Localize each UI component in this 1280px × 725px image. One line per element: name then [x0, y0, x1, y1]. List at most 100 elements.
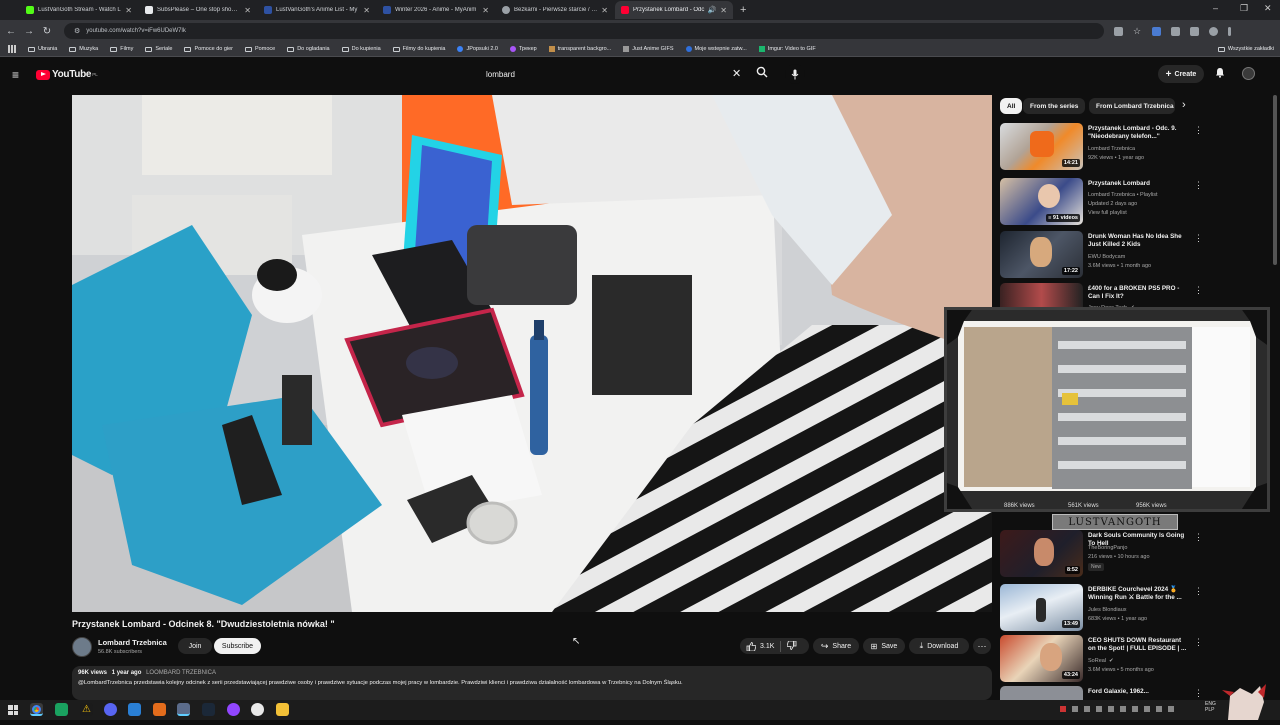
download-button[interactable]: ⤓ Download	[909, 638, 969, 654]
windows-start-icon[interactable]	[8, 705, 18, 715]
discord-icon[interactable]	[104, 703, 117, 716]
window-close-icon[interactable]: ✕	[1264, 3, 1272, 14]
app-taskbar-icon[interactable]	[177, 703, 190, 716]
steam-icon[interactable]	[202, 703, 215, 716]
tray-icon[interactable]	[1084, 706, 1090, 712]
url-field[interactable]: ⚙ youtube.com/watch?v=iFw6UDeW7lk	[64, 23, 1104, 39]
save-button[interactable]: ⊞ Save	[863, 638, 905, 654]
bookmark-link[interactable]: JPopsuki 2.0	[457, 46, 498, 52]
notifications-bell-icon[interactable]	[1214, 67, 1226, 81]
more-actions-button[interactable]: ⋯	[973, 638, 991, 654]
close-tab-icon[interactable]: ✕	[601, 6, 608, 15]
hashtag-link[interactable]: LOOMBARD TRZEBNICA	[146, 670, 216, 676]
close-tab-icon[interactable]: ✕	[125, 6, 132, 15]
menu-icon[interactable]	[1228, 26, 1231, 36]
more-vertical-icon[interactable]: ⋮	[1194, 285, 1203, 296]
obs-icon[interactable]	[251, 703, 264, 716]
video-thumbnail[interactable]: 17:22	[1000, 231, 1083, 278]
close-tab-icon[interactable]: ✕	[720, 6, 727, 15]
voice-search-button[interactable]	[785, 64, 805, 84]
reload-icon[interactable]: ↻	[38, 26, 56, 37]
bookmark-link[interactable]: transparent backgro...	[548, 46, 611, 52]
clear-search-icon[interactable]: ✕	[732, 67, 741, 80]
more-vertical-icon[interactable]: ⋮	[1194, 125, 1203, 136]
more-vertical-icon[interactable]: ⋮	[1194, 532, 1203, 543]
app-taskbar-icon[interactable]	[55, 703, 68, 716]
bookmark-folder[interactable]: Do kupienia	[341, 46, 381, 52]
tray-icon[interactable]	[1060, 706, 1066, 712]
related-video-item[interactable]: 13:49 DERBIKE Courchevel 2024 🏅 Winning …	[1000, 584, 1270, 634]
browser-tab[interactable]: LustVanGoth's Anime List - My ✕	[258, 1, 376, 19]
related-playlist-item[interactable]: ≡ 91 videos Przystanek Lombard Lombard T…	[1000, 178, 1270, 228]
extension-icon[interactable]	[1152, 26, 1161, 36]
youtube-logo[interactable]: YouTube PL	[36, 69, 98, 80]
all-bookmarks[interactable]: Wszystkie zakładki	[1217, 46, 1274, 52]
tray-icon[interactable]	[1108, 706, 1114, 712]
dislike-button[interactable]	[787, 640, 797, 652]
tray-icon[interactable]	[1132, 706, 1138, 712]
bookmark-link[interactable]: Moje wstepnie zatw...	[685, 46, 747, 52]
bookmark-folder[interactable]: Pomoce do gier	[184, 46, 233, 52]
bookmark-folder[interactable]: Muzyka	[69, 46, 98, 52]
playlist-thumbnail[interactable]: ≡ 91 videos	[1000, 178, 1083, 225]
like-button[interactable]: 3.1K	[746, 641, 774, 651]
back-icon[interactable]: ←	[2, 26, 20, 37]
related-video-item[interactable]: 17:22 Drunk Woman Has No Idea She Just K…	[1000, 231, 1270, 281]
related-video-item[interactable]: 14:21 Przystanek Lombard - Odc. 9. "Nieo…	[1000, 123, 1270, 173]
download-icon[interactable]	[1190, 26, 1199, 36]
bookmark-folder[interactable]: Filmy do kupienia	[392, 46, 445, 52]
minimize-icon[interactable]: –	[1213, 3, 1218, 13]
more-vertical-icon[interactable]: ⋮	[1194, 637, 1203, 648]
close-tab-icon[interactable]: ✕	[482, 6, 489, 15]
hamburger-menu-icon[interactable]: ≡	[12, 68, 19, 82]
speaker-icon[interactable]: 🔊	[708, 6, 717, 14]
more-vertical-icon[interactable]: ⋮	[1194, 180, 1203, 191]
chip-from-series[interactable]: From the series	[1023, 98, 1086, 114]
more-vertical-icon[interactable]: ⋮	[1194, 688, 1203, 699]
browser-tab[interactable]: SubsPlease – One stop shop fo ✕	[139, 1, 257, 19]
warning-app-icon[interactable]: ⚠	[80, 703, 93, 716]
file-explorer-icon[interactable]	[276, 703, 289, 716]
twitch-icon[interactable]	[227, 703, 240, 716]
bookmark-link[interactable]: Just Anime GIFS	[623, 46, 674, 52]
forward-icon[interactable]: →	[20, 26, 38, 37]
channel-name[interactable]: Lombard Trzebnica	[98, 638, 167, 647]
bookmark-link[interactable]: Imgur: Video to GIF	[758, 46, 816, 52]
tray-icon[interactable]	[1144, 706, 1150, 712]
bookmark-folder[interactable]: Filmy	[110, 46, 133, 52]
browser-tab[interactable]: LustVanGoth Stream - Watch L ✕	[20, 1, 138, 19]
puzzle-icon[interactable]	[1171, 26, 1180, 36]
bookmark-folder[interactable]: Ubrania	[28, 46, 57, 52]
bookmark-folder[interactable]: Pomoce	[245, 46, 275, 52]
page-scrollbar[interactable]	[1273, 95, 1277, 265]
profile-icon[interactable]	[1209, 26, 1218, 36]
bookmark-star-icon[interactable]: ☆	[1133, 26, 1142, 36]
tray-icon[interactable]	[1096, 706, 1102, 712]
cast-icon[interactable]	[1114, 26, 1123, 36]
video-thumbnail[interactable]: 13:49	[1000, 584, 1083, 631]
chip-from-channel[interactable]: From Lombard Trzebnica	[1089, 98, 1175, 114]
view-full-playlist-link[interactable]: View full playlist	[1088, 210, 1127, 216]
apps-icon[interactable]	[8, 45, 16, 53]
browser-tab-active[interactable]: Przystanek Lombard - Odc 🔊 ✕	[615, 1, 733, 19]
search-icon[interactable]	[754, 66, 770, 81]
language-indicator[interactable]: ENG PLP	[1205, 701, 1216, 713]
close-tab-icon[interactable]: ✕	[363, 6, 370, 15]
tray-icon[interactable]	[1168, 706, 1174, 712]
video-thumbnail[interactable]: 14:21	[1000, 123, 1083, 170]
chevron-right-icon[interactable]: ›	[1182, 99, 1186, 111]
app-taskbar-icon[interactable]	[128, 703, 141, 716]
browser-tab[interactable]: Bezkarni - Pierwsze starcie / Th ✕	[496, 1, 614, 19]
more-vertical-icon[interactable]: ⋮	[1194, 586, 1203, 597]
close-tab-icon[interactable]: ✕	[244, 6, 251, 15]
tray-icon[interactable]	[1072, 706, 1078, 712]
share-button[interactable]: ↪ Share	[813, 638, 859, 654]
tray-icon[interactable]	[1156, 706, 1162, 712]
bookmark-folder[interactable]: Do ogladania	[287, 46, 330, 52]
create-button[interactable]: + Create	[1158, 65, 1204, 83]
related-video-item[interactable]: 8:52 Dark Souls Community Is Going To He…	[1000, 530, 1270, 580]
video-thumbnail[interactable]: 43:24	[1000, 635, 1083, 682]
chrome-taskbar-icon[interactable]	[30, 703, 43, 716]
browser-tab[interactable]: Winter 2026 - Anime - MyAnim ✕	[377, 1, 495, 19]
video-thumbnail[interactable]: 8:52	[1000, 530, 1083, 577]
